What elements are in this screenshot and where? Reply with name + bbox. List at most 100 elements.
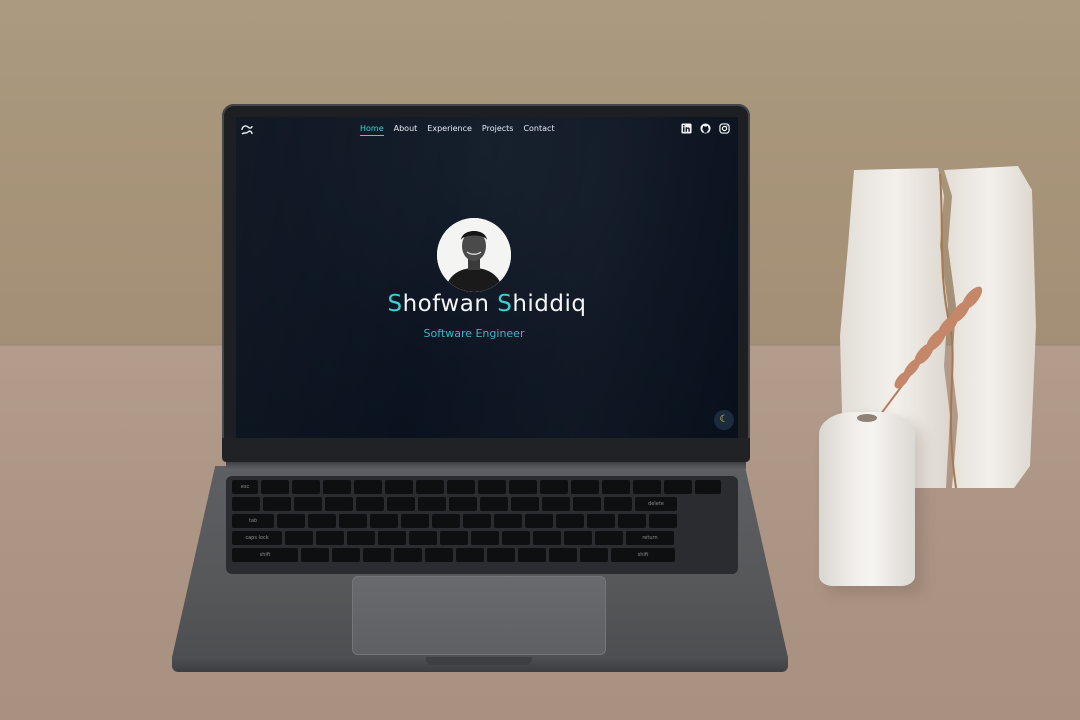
laptop-hinge [226, 461, 746, 469]
key[interactable] [471, 531, 499, 545]
nav-links: Home About Experience Projects Contact [360, 124, 555, 136]
home-key-row: caps lock return [232, 531, 674, 545]
key[interactable] [316, 531, 344, 545]
key[interactable] [595, 531, 623, 545]
key[interactable] [354, 480, 382, 494]
key[interactable] [573, 497, 601, 511]
key[interactable] [440, 531, 468, 545]
key-caps-lock[interactable]: caps lock [232, 531, 282, 545]
laptop-notch [426, 657, 532, 665]
name-initial-last: S [497, 291, 513, 317]
key[interactable] [285, 531, 313, 545]
laptop-bezel-chin [222, 438, 750, 462]
nav-projects-link[interactable]: Projects [482, 124, 514, 136]
key[interactable] [294, 497, 322, 511]
key[interactable] [695, 480, 721, 494]
key-return[interactable]: return [626, 531, 674, 545]
key[interactable] [378, 531, 406, 545]
key[interactable] [449, 497, 477, 511]
key[interactable] [394, 548, 422, 562]
key[interactable] [401, 514, 429, 528]
key[interactable] [339, 514, 367, 528]
key[interactable] [518, 548, 546, 562]
key-delete[interactable]: delete [635, 497, 677, 511]
key[interactable] [604, 497, 632, 511]
github-icon[interactable] [700, 123, 711, 134]
key[interactable] [463, 514, 491, 528]
key[interactable] [533, 531, 561, 545]
key[interactable] [261, 480, 289, 494]
key[interactable] [580, 548, 608, 562]
function-key-row: esc [232, 480, 721, 494]
key[interactable] [633, 480, 661, 494]
key[interactable] [409, 531, 437, 545]
key[interactable] [418, 497, 446, 511]
key[interactable] [232, 497, 260, 511]
dried-wheat-stem [871, 286, 983, 427]
name-first-rest: hofwan [402, 291, 490, 317]
key-shift-left[interactable]: shift [232, 548, 298, 562]
qwerty-key-row: tab [232, 514, 677, 528]
key[interactable] [323, 480, 351, 494]
key[interactable] [525, 514, 553, 528]
name-initial-first: S [387, 291, 403, 317]
key[interactable] [618, 514, 646, 528]
key[interactable] [416, 480, 444, 494]
key[interactable] [511, 497, 539, 511]
key[interactable] [502, 531, 530, 545]
key[interactable] [542, 497, 570, 511]
key[interactable] [540, 480, 568, 494]
hero-role: Software Engineer [423, 327, 525, 340]
key[interactable] [432, 514, 460, 528]
key[interactable] [487, 548, 515, 562]
key[interactable] [263, 497, 291, 511]
nav-contact-link[interactable]: Contact [523, 124, 554, 136]
key[interactable] [494, 514, 522, 528]
key[interactable] [385, 480, 413, 494]
moon-icon: ☾ [719, 414, 729, 425]
monogram-logo-icon[interactable] [240, 123, 254, 137]
key[interactable] [356, 497, 384, 511]
key-tab[interactable]: tab [232, 514, 274, 528]
vase-opening [857, 414, 877, 422]
key[interactable] [456, 548, 484, 562]
key[interactable] [509, 480, 537, 494]
social-links [681, 123, 730, 134]
number-key-row: delete [232, 497, 677, 511]
key[interactable] [571, 480, 599, 494]
key[interactable] [478, 480, 506, 494]
key[interactable] [649, 514, 677, 528]
key[interactable] [549, 548, 577, 562]
linkedin-icon[interactable] [681, 123, 692, 134]
key[interactable] [556, 514, 584, 528]
key[interactable] [425, 548, 453, 562]
key[interactable] [277, 514, 305, 528]
key[interactable] [332, 548, 360, 562]
key[interactable] [602, 480, 630, 494]
trackpad[interactable] [352, 576, 606, 655]
key[interactable] [292, 480, 320, 494]
theme-toggle-button[interactable]: ☾ [714, 410, 734, 430]
key[interactable] [301, 548, 329, 562]
shift-key-row: shift shift [232, 548, 675, 562]
site-navbar: Home About Experience Projects Contact [236, 117, 738, 143]
nav-experience-link[interactable]: Experience [427, 124, 472, 136]
instagram-icon[interactable] [719, 123, 730, 134]
key[interactable] [325, 497, 353, 511]
key[interactable] [587, 514, 615, 528]
key[interactable] [480, 497, 508, 511]
key-shift-right[interactable]: shift [611, 548, 675, 562]
key[interactable] [347, 531, 375, 545]
key[interactable] [387, 497, 415, 511]
key[interactable] [363, 548, 391, 562]
key[interactable] [370, 514, 398, 528]
hero-name: Shofwan Shiddiq [236, 291, 738, 317]
key[interactable] [308, 514, 336, 528]
profile-avatar [437, 218, 511, 292]
key[interactable] [664, 480, 692, 494]
nav-home-link[interactable]: Home [360, 124, 384, 136]
key[interactable] [564, 531, 592, 545]
key-esc[interactable]: esc [232, 480, 258, 494]
key[interactable] [447, 480, 475, 494]
nav-about-link[interactable]: About [394, 124, 418, 136]
